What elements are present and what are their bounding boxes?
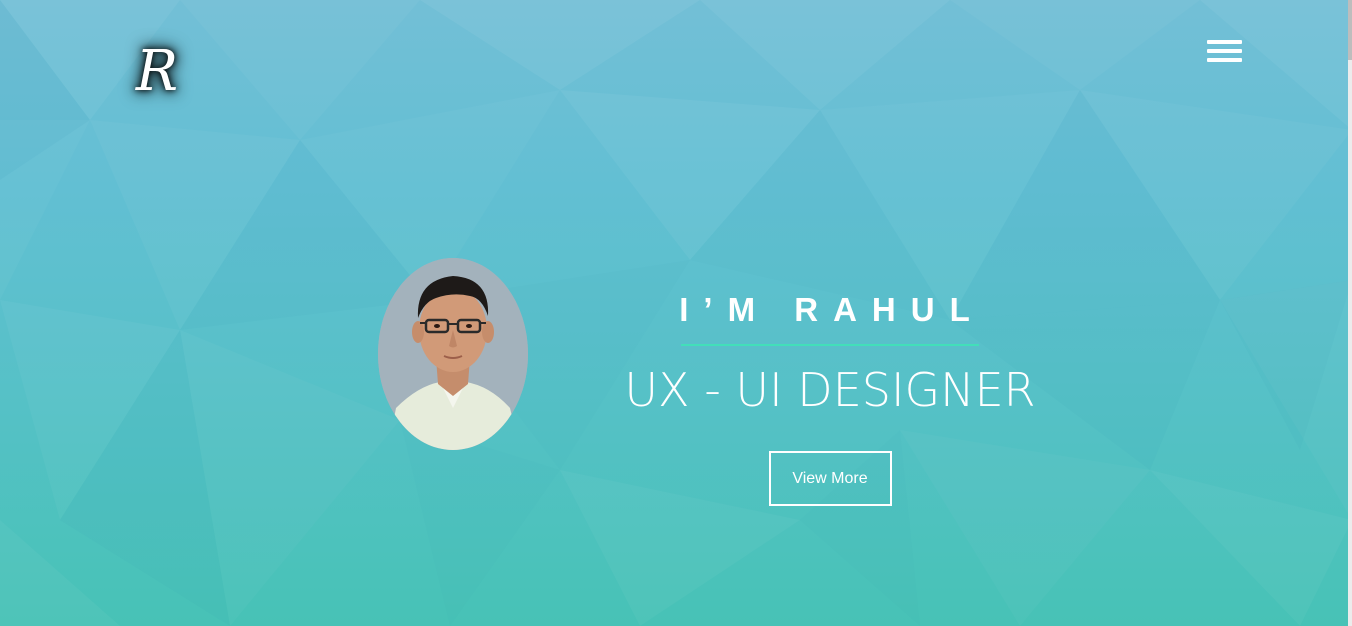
hamburger-menu-icon[interactable] — [1205, 38, 1243, 66]
hero-role-title: UX - UI DESIGNER — [624, 363, 1036, 417]
page-scrollbar[interactable] — [1348, 0, 1352, 626]
menu-bar-top — [1207, 40, 1242, 44]
hero-intro: I’M RAHUL UX - UI DESIGNER View More — [610, 290, 1050, 506]
profile-photo — [378, 258, 528, 450]
hero-divider — [681, 344, 979, 346]
view-more-button[interactable]: View More — [768, 451, 892, 506]
hero-greeting: I’M RAHUL — [679, 291, 985, 328]
menu-bar-middle — [1207, 49, 1242, 53]
scrollbar-thumb[interactable] — [1348, 0, 1352, 60]
logo-letter: R — [135, 39, 179, 104]
menu-bar-bottom — [1207, 58, 1242, 62]
site-logo[interactable]: R — [112, 34, 202, 110]
